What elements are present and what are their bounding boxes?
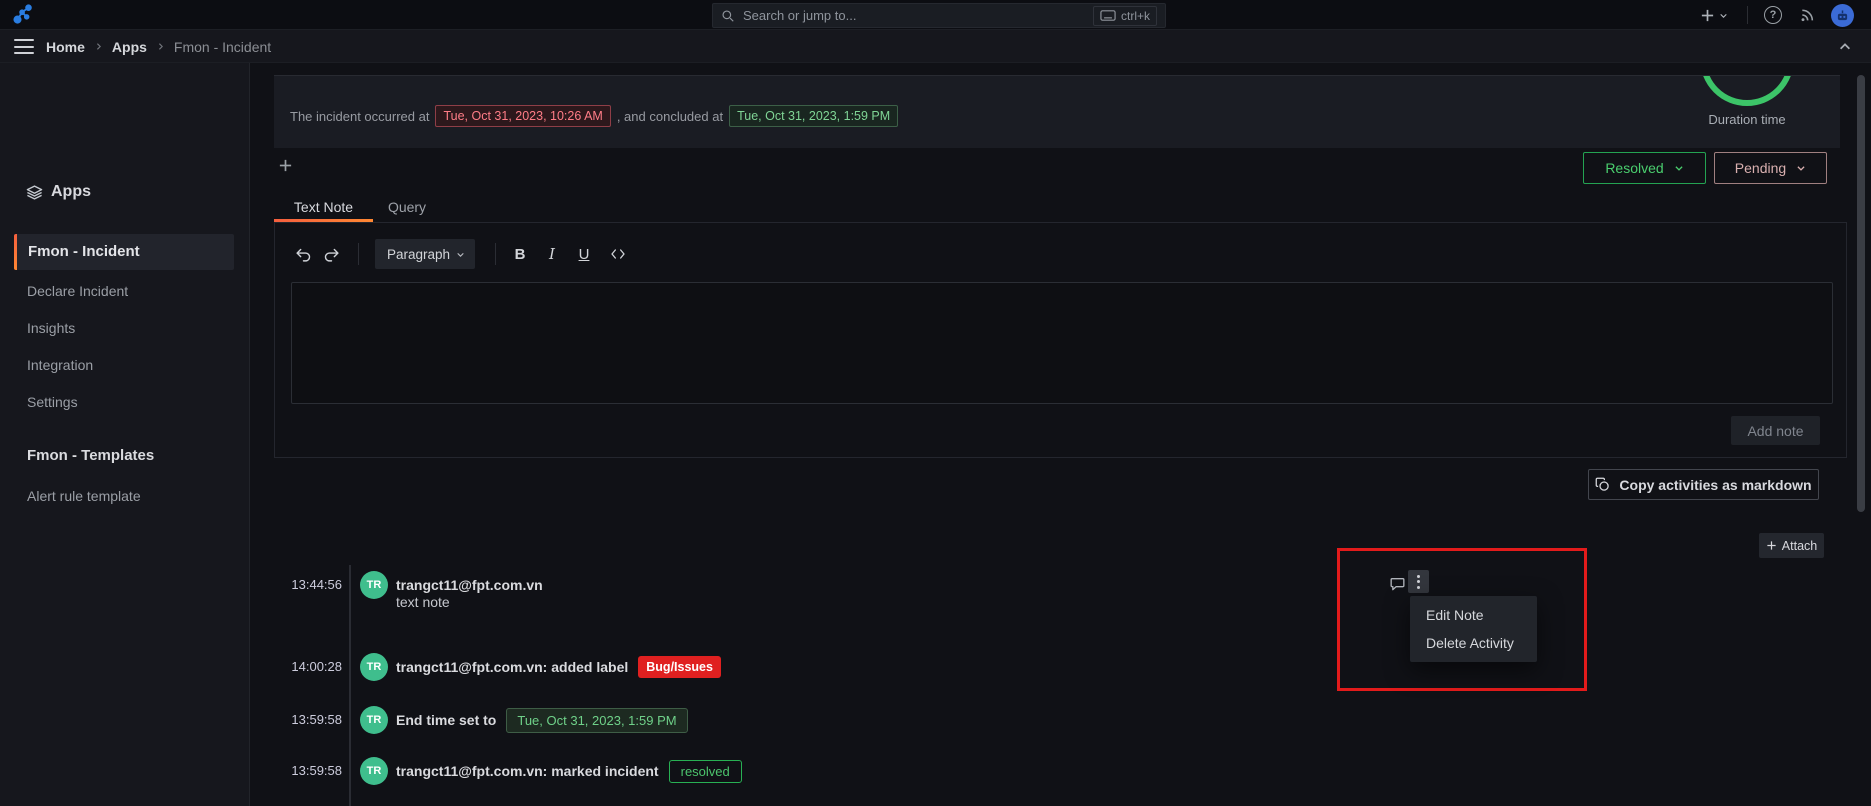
timeline-row-resolved: 13:59:58 TR trangct11@fpt.com.vn: marked… [250,757,1550,785]
bold-button[interactable]: B [508,242,532,266]
sidebar-item-declare-incident[interactable]: Declare Incident [27,278,128,304]
attach-button[interactable]: Attach [1759,533,1824,558]
activity-timestamp: 13:59:58 [250,706,342,734]
help-icon[interactable]: ? [1764,6,1782,24]
sidebar-item-insights[interactable]: Insights [27,315,75,341]
incident-start-time-badge[interactable]: Tue, Oct 31, 2023, 10:26 AM [435,105,610,127]
undo-icon [295,246,312,263]
comment-icon[interactable] [1389,576,1406,592]
user-avatar[interactable] [1831,4,1854,27]
chevron-right-icon [94,42,103,51]
toolbar-divider [495,243,496,265]
toolbar-divider [358,243,359,265]
avatar[interactable]: TR [360,571,388,599]
menu-toggle-button[interactable] [14,39,34,54]
layers-icon [26,184,43,201]
label-badge: Bug/Issues [638,656,721,678]
new-menu-button[interactable] [1700,5,1728,25]
tab-text-note[interactable]: Text Note [274,194,373,222]
incident-summary-panel: The incident occurred at Tue, Oct 31, 20… [274,75,1840,148]
copy-icon [1595,477,1610,492]
activity-context-menu: Edit Note Delete Activity [1410,596,1537,662]
sidebar-section-fmon-templates: Fmon - Templates [27,443,154,469]
redo-icon [323,246,340,263]
active-accent-bar [14,234,17,270]
incident-summary-text: The incident occurred at Tue, Oct 31, 20… [290,105,904,127]
sidebar: Apps Fmon - Incident Declare Incident In… [0,63,250,806]
timeline-row-endtime: 13:59:58 TR End time set to Tue, Oct 31,… [250,706,1550,734]
undo-button[interactable] [291,242,315,266]
avatar[interactable]: TR [360,653,388,681]
app-logo-icon[interactable] [12,4,34,26]
activity-timestamp: 13:59:58 [250,757,342,785]
chevron-down-icon [1796,163,1806,173]
end-time-badge[interactable]: Tue, Oct 31, 2023, 1:59 PM [506,708,687,733]
top-nav-bar: Search or jump to... ctrl+k ? [0,0,1871,30]
activity-timestamp: 14:00:28 [250,653,342,681]
paragraph-style-dropdown[interactable]: Paragraph [375,239,475,269]
avatar[interactable]: TR [360,706,388,734]
menu-item-edit-note[interactable]: Edit Note [1410,601,1537,629]
activity-timestamp: 13:44:56 [250,571,342,599]
italic-button[interactable]: I [540,242,564,266]
sidebar-item-fmon-incident[interactable]: Fmon - Incident [14,234,234,270]
scrollbar-thumb[interactable] [1857,75,1865,512]
breadcrumb-home[interactable]: Home [46,39,85,55]
avatar-figure-icon [1836,10,1849,22]
resolved-badge: resolved [669,760,742,783]
tab-query[interactable]: Query [381,194,433,222]
redo-button[interactable] [319,242,343,266]
activity-text: trangct11@fpt.com.vn: marked incident [396,763,659,779]
code-button[interactable] [604,242,632,266]
breadcrumb-current: Fmon - Incident [174,39,271,55]
code-icon [610,247,626,261]
chevron-down-icon [1674,163,1684,173]
breadcrumb-bar: Home Apps Fmon - Incident [0,30,1871,63]
keyboard-shortcut-badge: ctrl+k [1093,6,1157,26]
activity-note-text: text note [396,594,450,610]
avatar[interactable]: TR [360,757,388,785]
underline-button[interactable]: U [572,242,596,266]
copy-activities-markdown-button[interactable]: Copy activities as markdown [1588,469,1819,500]
chevron-down-icon [456,250,465,259]
duration-time-label: Duration time [1672,112,1822,127]
chevron-right-icon [156,42,165,51]
editor-toolbar: Paragraph B I U [291,239,632,269]
search-placeholder: Search or jump to... [743,8,1093,23]
kebab-menu-button[interactable] [1408,570,1429,593]
news-rss-icon[interactable] [1799,7,1815,23]
activity-text: End time set to [396,712,496,728]
sidebar-item-integration[interactable]: Integration [27,352,93,378]
keyboard-icon [1100,10,1116,21]
sidebar-item-settings[interactable]: Settings [27,389,78,415]
search-icon [721,9,735,23]
note-textarea[interactable] [291,282,1833,404]
plus-icon [1700,8,1715,23]
search-input[interactable]: Search or jump to... ctrl+k [712,3,1166,28]
text-note-editor: Paragraph B I U Add note [274,222,1847,458]
plus-icon [1766,540,1777,551]
pending-status-button[interactable]: Pending [1714,152,1827,184]
incident-end-time-badge[interactable]: Tue, Oct 31, 2023, 1:59 PM [729,105,898,127]
add-tab-plus-icon[interactable] [278,158,293,173]
chevron-down-icon [1719,11,1728,20]
resolved-status-button[interactable]: Resolved [1583,152,1706,184]
activity-text: trangct11@fpt.com.vn: added label [396,659,628,675]
breadcrumb: Home Apps Fmon - Incident [46,30,271,63]
sidebar-header-apps: Apps [26,183,91,201]
topbar-divider [1747,6,1748,24]
menu-item-delete-activity[interactable]: Delete Activity [1410,629,1537,657]
breadcrumb-apps[interactable]: Apps [112,39,147,55]
add-note-button[interactable]: Add note [1731,416,1820,445]
duration-gauge-arc [1700,75,1794,106]
sidebar-item-alert-rule-template[interactable]: Alert rule template [27,483,141,509]
activity-user: trangct11@fpt.com.vn [396,577,543,593]
chevron-up-icon[interactable] [1838,40,1852,54]
